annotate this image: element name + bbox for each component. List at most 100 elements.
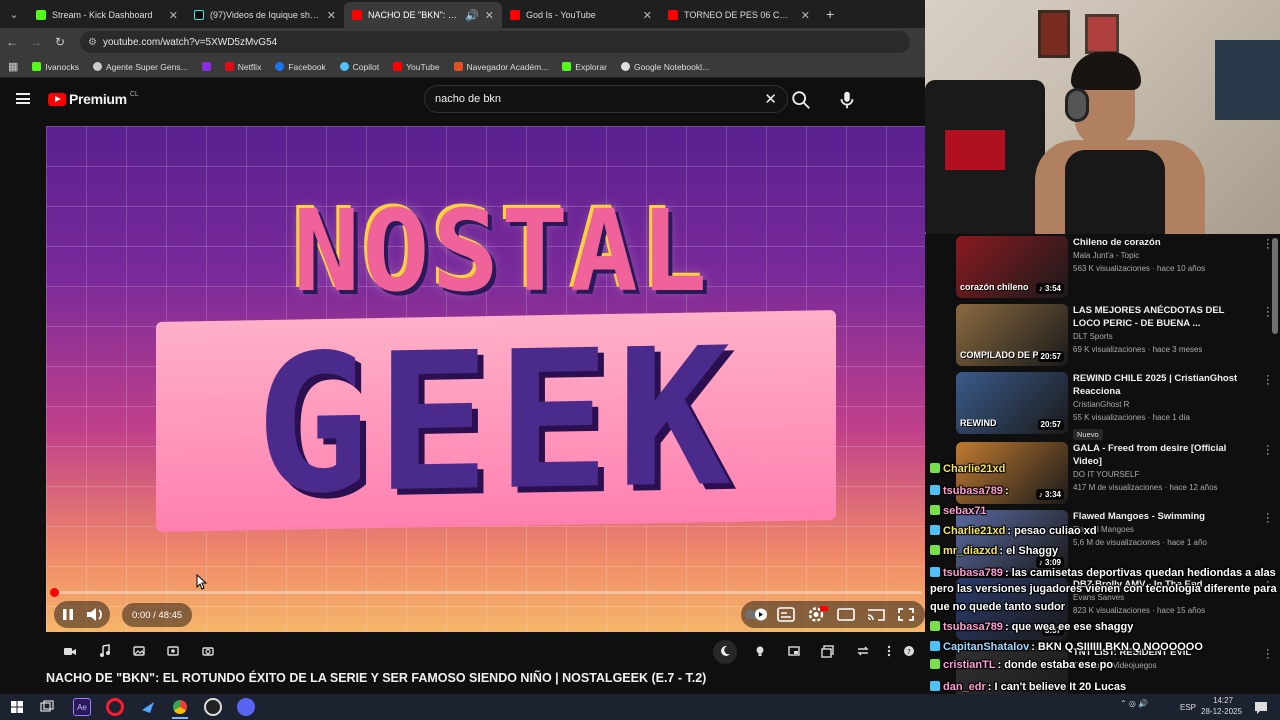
channel-name[interactable]: Tiempo de Videojuegos — [1073, 659, 1243, 672]
bookmark-netflix[interactable]: Netflix — [224, 62, 261, 72]
recommendation-item[interactable]: ♪ 3:09 Flawed Mangoes - Swimming Flawed Ma… — [956, 509, 1276, 574]
music-note-icon[interactable] — [98, 644, 112, 658]
autoplay-toggle[interactable] — [741, 601, 771, 628]
opera-icon[interactable] — [106, 698, 124, 716]
recommendation-item[interactable]: TNT LIST: RESIDENT EVIL Tiempo de Videoju… — [956, 645, 1276, 694]
close-tab-icon[interactable]: ✕ — [485, 9, 494, 22]
video-thumbnail[interactable]: ♪ 3:09 — [956, 510, 1068, 572]
image-gallery-icon[interactable] — [132, 644, 146, 658]
new-tab-button[interactable]: + — [818, 6, 842, 22]
recommendation-item[interactable]: ♪ 3:34 GALA - Freed from desire [Official… — [956, 441, 1276, 506]
more-options-icon[interactable]: · · · — [1266, 509, 1270, 528]
bookmark-ivanocks[interactable]: Ivanocks — [32, 62, 79, 72]
bookmark-agente[interactable]: Agente Super Gens... — [92, 62, 188, 72]
recommendation-title[interactable]: TNT LIST: RESIDENT EVIL — [1073, 646, 1243, 659]
video-player[interactable]: NOSTAL GEEK 0:00 / 48:45 — [46, 126, 925, 632]
close-tab-icon[interactable]: ✕ — [327, 9, 336, 22]
cast-icon[interactable] — [861, 601, 891, 628]
video-thumbnail[interactable]: ♪ 3:34 — [956, 442, 1068, 504]
recommendation-title[interactable]: Chileno de corazón — [1073, 236, 1243, 249]
bookmark-notebooklm[interactable]: Google Notebookl... — [620, 62, 709, 72]
back-icon[interactable]: ← — [0, 35, 24, 49]
window-icon[interactable] — [821, 644, 835, 658]
close-tab-icon[interactable]: ✕ — [801, 9, 810, 22]
bookmark-youtube[interactable]: YouTube — [393, 62, 440, 72]
screenshot-icon[interactable] — [166, 644, 180, 658]
obs-icon[interactable] — [204, 698, 222, 716]
pause-icon[interactable] — [54, 601, 82, 628]
recommendation-title[interactable]: DBZ Brolly AMV - In The End — [1073, 578, 1243, 591]
system-tray-icons[interactable]: ⌃ ◎ 🔊 — [1120, 699, 1148, 708]
video-thumbnail[interactable]: 3:37 — [956, 578, 1068, 640]
search-icon[interactable] — [790, 89, 812, 111]
bookmark-explorar[interactable]: Explorar — [562, 62, 607, 72]
recommendation-title[interactable]: Flawed Mangoes - Swimming — [1073, 510, 1243, 523]
bookmark-facebook[interactable]: Facebook — [275, 62, 326, 72]
more-options-icon[interactable]: · · · — [1266, 441, 1270, 460]
more-options-icon[interactable]: · · · — [1266, 235, 1270, 254]
video-thumbnail[interactable]: REWIND 20:57 — [956, 372, 1068, 434]
video-thumbnail[interactable] — [956, 646, 1068, 694]
windows-start-icon[interactable] — [8, 698, 26, 716]
progress-bar[interactable] — [54, 591, 922, 594]
more-options-icon[interactable]: · · · — [1266, 371, 1270, 390]
url-input[interactable]: ⚙ youtube.com/watch?v=5XWD5zMvG54 — [80, 31, 910, 53]
tab-torneo-pes[interactable]: TORNEO DE PES 06 CON MOA ✕ — [660, 2, 818, 28]
language-indicator[interactable]: ESP — [1180, 703, 1196, 712]
recommendation-title[interactable]: LAS MEJORES ANÉCDOTAS DEL LOCO PERIC - D… — [1073, 304, 1243, 330]
forward-icon[interactable]: → — [24, 35, 48, 49]
audio-playing-icon[interactable]: 🔊 — [465, 9, 479, 22]
video-thumbnail[interactable]: corazón chileno ♪ 3:54 — [956, 236, 1068, 298]
bookmark-navegador[interactable]: Navegador Académ... — [453, 62, 548, 72]
task-view-icon[interactable] — [38, 698, 56, 716]
tab-search-icon[interactable]: ⌄ — [0, 0, 28, 28]
more-vertical-icon[interactable] — [882, 644, 896, 658]
more-options-icon[interactable]: · · · — [1266, 303, 1270, 322]
bookmark-purple[interactable] — [201, 62, 211, 71]
recommendation-item[interactable]: 3:37 DBZ Brolly AMV - In The End Evans San… — [956, 577, 1276, 642]
theater-mode-icon[interactable] — [831, 601, 861, 628]
more-options-icon[interactable]: · · · — [1266, 645, 1270, 664]
search-input[interactable]: nacho de bkn ✕ — [424, 85, 788, 113]
close-tab-icon[interactable]: ✕ — [643, 9, 652, 22]
fullscreen-icon[interactable] — [891, 601, 921, 628]
tab-kick-dashboard[interactable]: Stream - Kick Dashboard ✕ — [28, 2, 186, 28]
volume-icon[interactable] — [82, 601, 108, 628]
channel-name[interactable]: DO IT YOURSELF — [1073, 468, 1243, 481]
video-thumbnail[interactable]: COMPILADO DE P 20:57 — [956, 304, 1068, 366]
more-options-icon[interactable]: · · · — [1266, 577, 1270, 596]
tab-god-is[interactable]: God Is - YouTube ✕ — [502, 2, 660, 28]
youtube-premium-logo[interactable]: Premium CL — [48, 91, 139, 107]
close-tab-icon[interactable]: ✕ — [169, 9, 178, 22]
recommendation-title[interactable]: REWIND CHILE 2025 | CristianGhost Reacci… — [1073, 372, 1243, 398]
settings-gear-icon[interactable] — [801, 601, 831, 628]
discord-icon[interactable] — [237, 698, 255, 716]
recommendation-item[interactable]: COMPILADO DE P 20:57 LAS MEJORES ANÉCDOTAS… — [956, 303, 1276, 368]
subtitles-icon[interactable] — [771, 601, 801, 628]
tab-current-video[interactable]: NACHO DE "BKN": EL ROTU 🔊 ✕ — [344, 2, 502, 28]
video-camera-icon[interactable] — [63, 644, 77, 658]
bookmark-copilot[interactable]: Copilot — [339, 62, 379, 72]
clock-time[interactable]: 14:27 — [1213, 696, 1233, 705]
progress-scrubber[interactable] — [50, 588, 59, 597]
clock-date[interactable]: 28-12-2025 — [1201, 707, 1242, 716]
channel-name[interactable]: Flawed Mangoes — [1073, 523, 1243, 536]
channel-name[interactable]: DLT Sports — [1073, 330, 1243, 343]
recommendation-title[interactable]: GALA - Freed from desire [Official Video… — [1073, 442, 1243, 468]
pip-icon[interactable] — [787, 644, 801, 658]
camera-icon[interactable] — [201, 644, 215, 658]
chrome-icon[interactable] — [171, 698, 189, 716]
channel-name[interactable]: Mala Junt'a - Topic — [1073, 249, 1243, 262]
after-effects-icon[interactable]: Ae — [73, 698, 91, 716]
notifications-icon[interactable] — [1252, 698, 1270, 716]
help-icon[interactable]: ? — [902, 644, 916, 658]
recommendation-item[interactable]: REWIND 20:57 REWIND CHILE 2025 | CristianG… — [956, 371, 1276, 440]
recommendation-item[interactable]: corazón chileno ♪ 3:54 Chileno de corazón M… — [956, 235, 1276, 300]
channel-name[interactable]: CristianGhost R — [1073, 398, 1243, 411]
loop-icon[interactable] — [856, 644, 870, 658]
apps-icon[interactable]: ▦ — [8, 60, 18, 73]
reload-icon[interactable]: ↻ — [48, 35, 72, 49]
menu-icon[interactable] — [16, 93, 30, 104]
tab-tiktok[interactable]: (97)Videos de Iquique shore of ✕ — [186, 2, 344, 28]
app-blue-icon[interactable] — [139, 698, 157, 716]
